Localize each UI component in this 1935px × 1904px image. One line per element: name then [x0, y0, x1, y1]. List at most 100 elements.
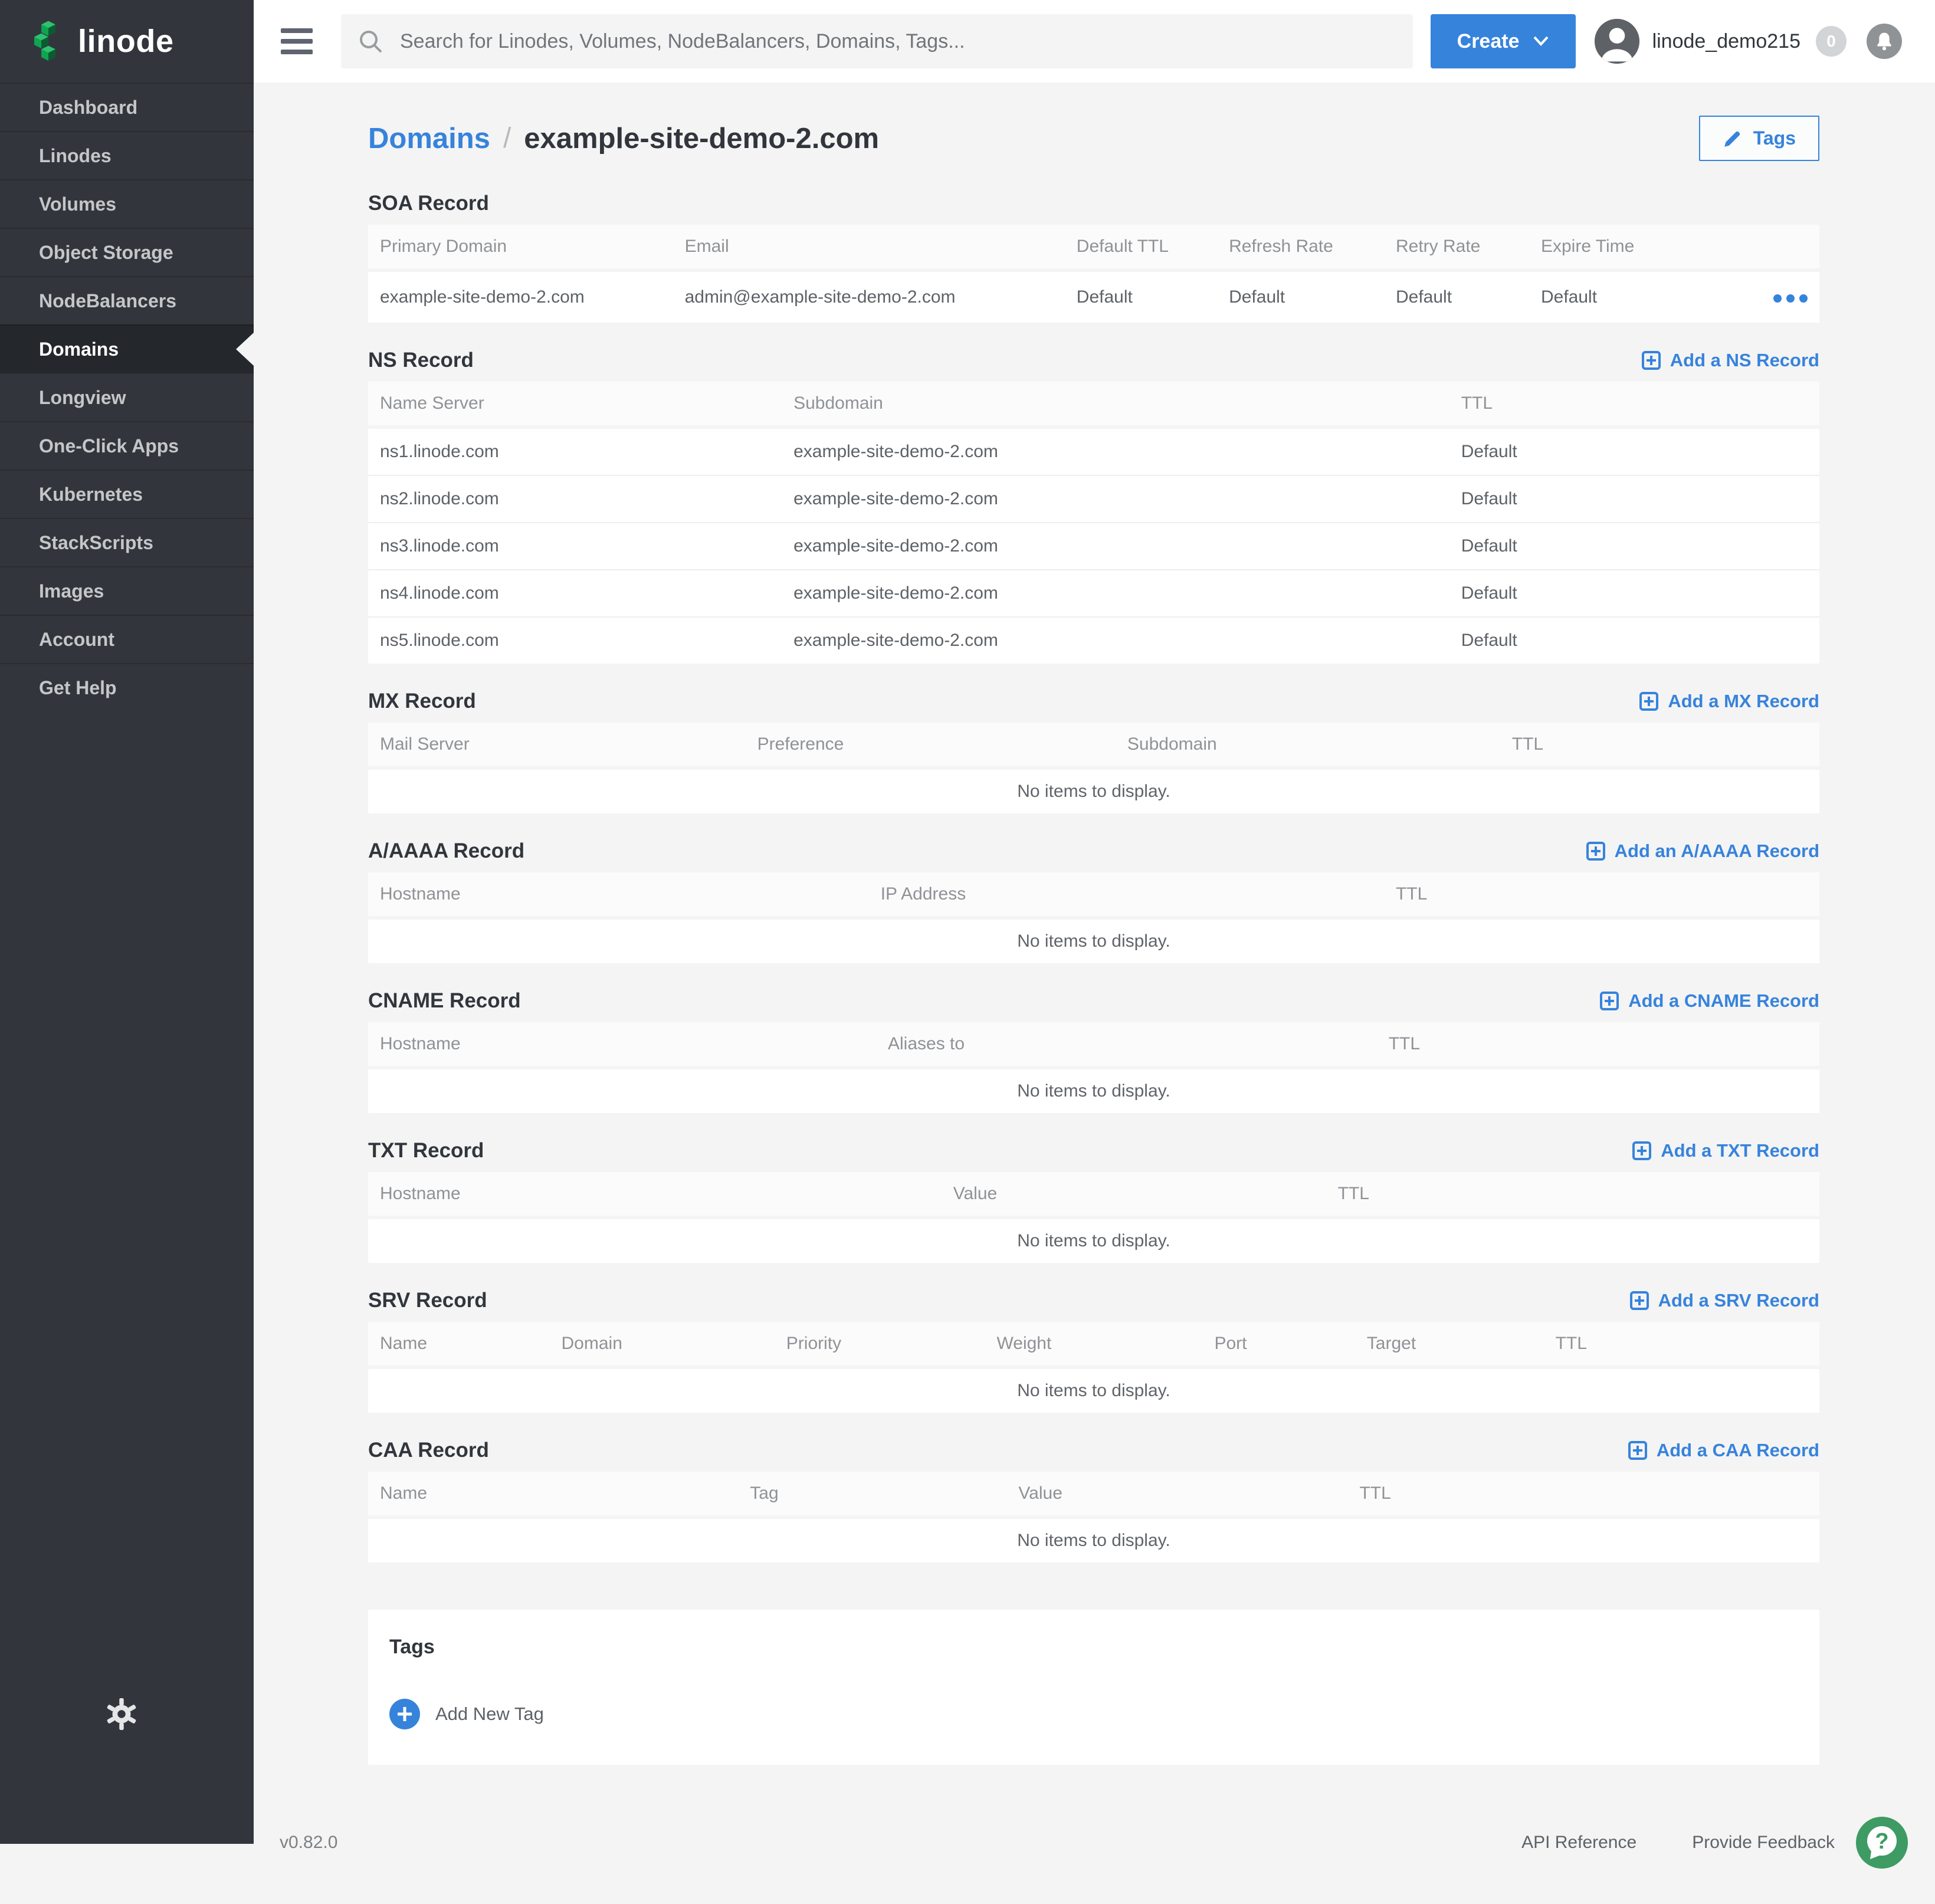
table-row: ns2.linode.comexample-site-demo-2.comDef… — [368, 475, 1819, 523]
column-header: TTL — [1377, 1022, 1819, 1068]
settings-gear-icon[interactable] — [104, 1696, 139, 1732]
cell: ns1.linode.com — [368, 427, 782, 475]
sidebar-item-one-click-apps[interactable]: One-Click Apps — [0, 421, 254, 470]
create-button[interactable]: Create — [1431, 14, 1576, 68]
sidebar-item-dashboard[interactable]: Dashboard — [0, 83, 254, 131]
column-header: Hostname — [368, 1022, 876, 1068]
sidebar-item-account[interactable]: Account — [0, 615, 254, 663]
notifications-bell-icon[interactable] — [1867, 24, 1902, 59]
section-a-aaaa-record: A/AAAA Record Add an A/AAAA Record Hostn… — [368, 839, 1819, 963]
add-a-aaaa-record-label: Add an A/AAAA Record — [1615, 841, 1819, 862]
add-mx-record-link[interactable]: Add a MX Record — [1639, 691, 1819, 712]
create-button-label: Create — [1457, 30, 1520, 53]
footer: v0.82.0 API Reference Provide Feedback ? — [280, 1817, 1908, 1904]
tags-panel: Tags Add New Tag — [368, 1610, 1819, 1765]
cell: Default — [1065, 270, 1217, 323]
cell: Default — [1449, 570, 1819, 617]
cell: ns5.linode.com — [368, 617, 782, 664]
column-header: Hostname — [368, 872, 869, 918]
row-actions-kebab-icon[interactable] — [1773, 294, 1808, 303]
sidebar-item-stackscripts[interactable]: StackScripts — [0, 518, 254, 566]
edit-tags-button-label: Tags — [1753, 127, 1796, 149]
add-new-tag-button[interactable]: Add New Tag — [389, 1699, 544, 1729]
column-header: Default TTL — [1065, 225, 1217, 270]
column-header: Retry Rate — [1384, 225, 1529, 270]
section-txt-record: TXT Record Add a TXT Record HostnameValu… — [368, 1139, 1819, 1263]
column-header: IP Address — [869, 872, 1384, 918]
notification-count-badge[interactable]: 0 — [1816, 26, 1847, 57]
table-row: ns3.linode.comexample-site-demo-2.comDef… — [368, 523, 1819, 570]
column-header: Aliases to — [876, 1022, 1377, 1068]
cell: Default — [1449, 617, 1819, 664]
column-header: TTL — [1347, 1472, 1819, 1517]
cell: ns4.linode.com — [368, 570, 782, 617]
section-ns-record: NS Record Add a NS Record Name ServerSub… — [368, 349, 1819, 664]
cell: Default — [1217, 270, 1384, 323]
column-header: Name — [368, 1472, 738, 1517]
provide-feedback-link[interactable]: Provide Feedback — [1692, 1833, 1835, 1853]
table-row: ns4.linode.comexample-site-demo-2.comDef… — [368, 570, 1819, 617]
column-header: Value — [942, 1172, 1326, 1217]
help-feedback-button[interactable]: ? — [1856, 1817, 1908, 1869]
plus-square-icon — [1630, 1291, 1649, 1310]
column-header: Priority — [775, 1322, 985, 1367]
mx-record-heading: MX Record — [368, 690, 476, 713]
add-srv-record-link[interactable]: Add a SRV Record — [1630, 1290, 1819, 1311]
section-cname-record: CNAME Record Add a CNAME Record Hostname… — [368, 989, 1819, 1113]
sidebar-item-get-help[interactable]: Get Help — [0, 663, 254, 711]
menu-hamburger-icon[interactable] — [281, 28, 313, 54]
add-txt-record-link[interactable]: Add a TXT Record — [1632, 1140, 1819, 1161]
breadcrumb-domains-link[interactable]: Domains — [368, 122, 490, 155]
add-ns-record-label: Add a NS Record — [1670, 350, 1819, 371]
add-caa-record-link[interactable]: Add a CAA Record — [1628, 1440, 1819, 1461]
column-header: Port — [1202, 1322, 1354, 1367]
sidebar-item-longview[interactable]: Longview — [0, 373, 254, 421]
sidebar-item-images[interactable]: Images — [0, 566, 254, 615]
column-header: TTL — [1384, 872, 1819, 918]
sidebar-item-nodebalancers[interactable]: NodeBalancers — [0, 276, 254, 324]
top-bar: Create linode_demo215 0 — [254, 0, 1935, 83]
api-reference-link[interactable]: API Reference — [1521, 1833, 1636, 1853]
column-header: Weight — [985, 1322, 1202, 1367]
column-header: Name — [368, 1322, 550, 1367]
cell: admin@example-site-demo-2.com — [673, 270, 1065, 323]
search-input[interactable] — [398, 29, 1396, 54]
cell: Default — [1449, 523, 1819, 570]
add-ns-record-link[interactable]: Add a NS Record — [1642, 350, 1819, 371]
edit-tags-button[interactable]: Tags — [1699, 116, 1819, 161]
user-avatar[interactable] — [1595, 19, 1639, 64]
sidebar-item-kubernetes[interactable]: Kubernetes — [0, 470, 254, 518]
a-aaaa-record-table: HostnameIP AddressTTLNo items to display… — [368, 872, 1819, 963]
add-srv-record-label: Add a SRV Record — [1658, 1290, 1819, 1311]
sidebar-item-domains[interactable]: Domains — [0, 324, 254, 373]
page-title: example-site-demo-2.com — [524, 122, 879, 155]
linode-logo[interactable]: linode — [0, 0, 254, 83]
add-a-aaaa-record-link[interactable]: Add an A/AAAA Record — [1586, 841, 1819, 862]
search-icon — [358, 28, 383, 54]
sidebar-item-linodes[interactable]: Linodes — [0, 131, 254, 179]
add-cname-record-label: Add a CNAME Record — [1628, 990, 1819, 1012]
mx-record-table: Mail ServerPreferenceSubdomainTTLNo item… — [368, 723, 1819, 813]
empty-state: No items to display. — [368, 768, 1819, 813]
plus-circle-icon — [389, 1699, 420, 1729]
caa-record-heading: CAA Record — [368, 1439, 489, 1462]
cell: example-site-demo-2.com — [368, 270, 673, 323]
soa-record-table: Primary DomainEmailDefault TTLRefresh Ra… — [368, 225, 1819, 323]
sidebar-item-volumes[interactable]: Volumes — [0, 179, 254, 228]
column-header: Name Server — [368, 382, 782, 427]
cell: example-site-demo-2.com — [782, 427, 1449, 475]
column-header-actions — [1710, 225, 1819, 270]
breadcrumb: Domains / example-site-demo-2.com Tags — [368, 116, 1819, 161]
column-header: Value — [1006, 1472, 1347, 1517]
column-header: TTL — [1500, 723, 1819, 768]
sidebar-item-object-storage[interactable]: Object Storage — [0, 228, 254, 276]
section-mx-record: MX Record Add a MX Record Mail ServerPre… — [368, 690, 1819, 813]
cname-record-heading: CNAME Record — [368, 989, 521, 1013]
username-menu[interactable]: linode_demo215 — [1652, 30, 1800, 53]
add-cname-record-link[interactable]: Add a CNAME Record — [1600, 990, 1819, 1012]
empty-state: No items to display. — [368, 918, 1819, 963]
column-header: Expire Time — [1529, 225, 1711, 270]
cell: ns3.linode.com — [368, 523, 782, 570]
cname-record-table: HostnameAliases toTTLNo items to display… — [368, 1022, 1819, 1113]
plus-square-icon — [1600, 992, 1619, 1010]
